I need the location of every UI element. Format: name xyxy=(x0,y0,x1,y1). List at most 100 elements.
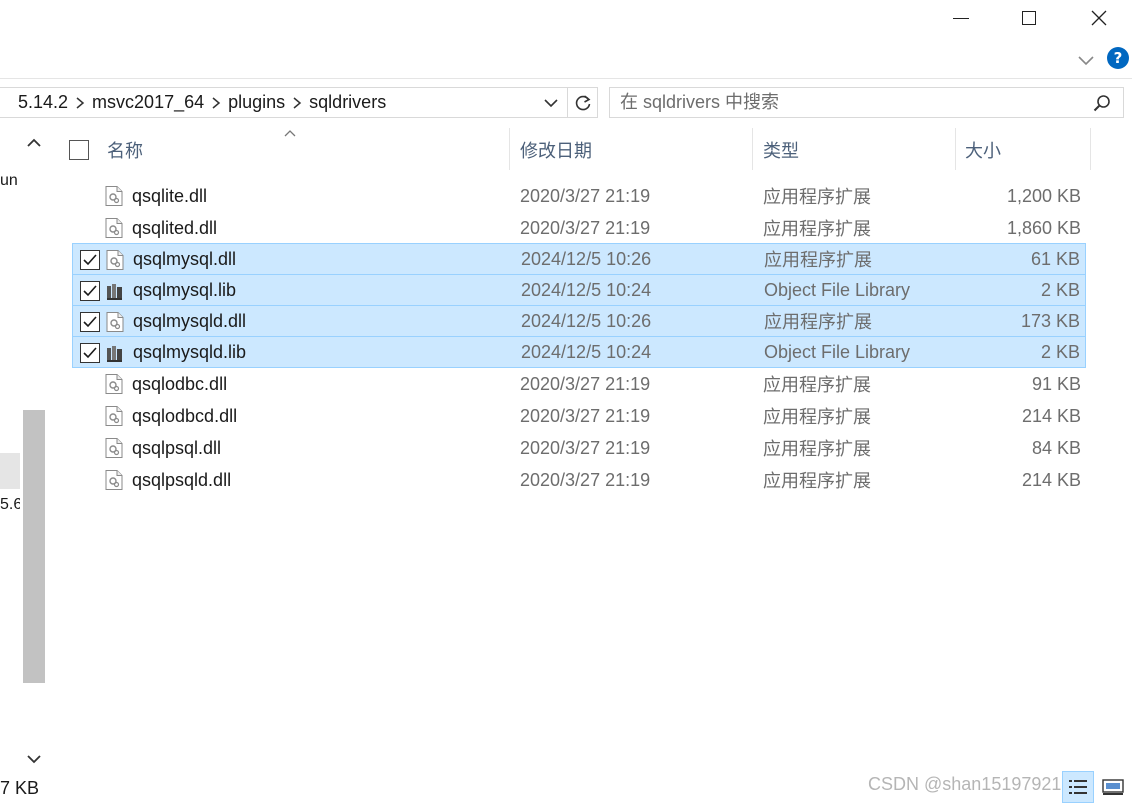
file-type: 应用程序扩展 xyxy=(764,250,872,270)
file-size: 214 KB xyxy=(1021,469,1081,490)
breadcrumb-item[interactable]: sqldrivers xyxy=(304,92,391,113)
file-name: qsqlite.dll xyxy=(132,185,208,206)
large-icons-view-icon xyxy=(1102,779,1124,795)
file-type: 应用程序扩展 xyxy=(763,471,871,491)
file-list: qsqlite.dll 2020/3/27 21:19 应用程序扩展 1,200 KB… xyxy=(72,180,1086,496)
file-row[interactable]: qsqlited.dll 2020/3/27 21:19 应用程序扩展 1,860 K… xyxy=(72,212,1086,244)
scroll-up-button[interactable] xyxy=(22,128,46,158)
file-size: 61 KB xyxy=(1030,248,1080,269)
file-row[interactable]: qsqlmysqld.dll 2024/12/5 10:26 应用程序扩展 173 K… xyxy=(72,305,1086,337)
file-name: qsqlited.dll xyxy=(132,217,218,238)
lib-icon xyxy=(106,281,124,301)
breadcrumb-item[interactable]: 5.14.2 xyxy=(0,92,73,113)
expand-ribbon-icon[interactable] xyxy=(1076,50,1096,70)
file-size: 214 KB xyxy=(1021,405,1081,426)
dll-icon xyxy=(106,312,124,332)
nav-item-fragment[interactable]: un xyxy=(0,172,20,190)
file-type: 应用程序扩展 xyxy=(763,375,871,395)
file-size: 173 KB xyxy=(1020,310,1080,331)
dll-icon xyxy=(105,438,123,458)
maximize-button[interactable] xyxy=(994,0,1064,36)
dll-icon xyxy=(105,470,123,490)
row-checkbox[interactable] xyxy=(80,343,100,363)
dll-icon xyxy=(105,374,123,394)
select-all-checkbox[interactable] xyxy=(69,140,89,160)
breadcrumb-chevron-icon[interactable] xyxy=(73,96,87,110)
file-name: qsqlodbcd.dll xyxy=(132,405,238,426)
help-button[interactable]: ? xyxy=(1107,47,1129,69)
column-divider[interactable] xyxy=(1090,128,1091,170)
nav-scrollbar[interactable] xyxy=(22,128,46,773)
close-button[interactable] xyxy=(1064,0,1132,36)
navigation-pane[interactable]: un 5.6. xyxy=(0,128,48,798)
ribbon-collapsed xyxy=(0,44,1132,76)
file-name: qsqlpsqld.dll xyxy=(132,469,232,490)
dll-icon xyxy=(105,186,123,206)
column-name[interactable]: 名称 xyxy=(107,128,507,172)
column-divider[interactable] xyxy=(509,128,510,170)
column-size[interactable]: 大小 xyxy=(965,128,1085,172)
column-divider[interactable] xyxy=(955,128,956,170)
breadcrumb-chevron-icon[interactable] xyxy=(290,96,304,110)
file-row[interactable]: qsqlite.dll 2020/3/27 21:19 应用程序扩展 1,200 KB xyxy=(72,180,1086,212)
status-selection-size: 7 KB xyxy=(0,778,40,798)
file-row[interactable]: qsqlmysql.lib 2024/12/5 10:24 Object File … xyxy=(72,274,1086,306)
refresh-button[interactable] xyxy=(568,87,598,118)
file-row[interactable]: qsqlpsqld.dll 2020/3/27 21:19 应用程序扩展 214 KB xyxy=(72,464,1086,496)
file-date: 2020/3/27 21:19 xyxy=(520,217,651,238)
file-size: 2 KB xyxy=(1040,279,1080,300)
file-type: 应用程序扩展 xyxy=(763,407,871,427)
row-checkbox[interactable] xyxy=(80,250,100,270)
nav-item-highlight[interactable] xyxy=(0,453,20,489)
chevron-down-icon xyxy=(27,755,41,764)
file-row[interactable]: qsqlodbc.dll 2020/3/27 21:19 应用程序扩展 91 KB xyxy=(72,368,1086,400)
search-icon[interactable] xyxy=(1093,94,1111,112)
file-row[interactable]: qsqlmysql.dll 2024/12/5 10:26 应用程序扩展 61 KB xyxy=(72,243,1086,275)
file-row[interactable]: qsqlpsql.dll 2020/3/27 21:19 应用程序扩展 84 KB xyxy=(72,432,1086,464)
nav-item-fragment[interactable]: 5.6. xyxy=(0,496,20,514)
file-name: qsqlmysqld.dll xyxy=(133,310,247,331)
search-box[interactable] xyxy=(609,87,1124,118)
file-name: qsqlmysql.lib xyxy=(133,279,237,300)
watermark: CSDN @shan15197921650 xyxy=(868,774,1092,794)
column-type[interactable]: 类型 xyxy=(763,128,953,172)
search-input[interactable] xyxy=(620,92,1080,113)
ribbon-divider xyxy=(0,78,1132,79)
file-size: 91 KB xyxy=(1031,373,1081,394)
file-date: 2024/12/5 10:24 xyxy=(521,341,652,362)
breadcrumb-chevron-icon[interactable] xyxy=(209,96,223,110)
file-row[interactable]: qsqlodbcd.dll 2020/3/27 21:19 应用程序扩展 214 KB xyxy=(72,400,1086,432)
file-date: 2020/3/27 21:19 xyxy=(520,405,651,426)
file-type: Object File Library xyxy=(764,341,911,362)
file-name: qsqlpsql.dll xyxy=(132,437,222,458)
minimize-button[interactable] xyxy=(926,0,996,36)
maximize-icon xyxy=(1022,11,1036,25)
file-type: 应用程序扩展 xyxy=(763,439,871,459)
file-name: qsqlmysqld.lib xyxy=(133,341,247,362)
file-type: Object File Library xyxy=(764,279,911,300)
file-date: 2024/12/5 10:26 xyxy=(521,310,652,331)
lib-icon xyxy=(106,343,124,363)
close-icon xyxy=(1091,10,1107,26)
scrollbar-thumb[interactable] xyxy=(23,410,45,683)
column-date-modified[interactable]: 修改日期 xyxy=(520,128,750,172)
address-bar[interactable]: 5.14.2 msvc2017_64 plugins sqldrivers xyxy=(0,87,568,118)
file-row[interactable]: qsqlmysqld.lib 2024/12/5 10:24 Object File… xyxy=(72,336,1086,368)
file-size: 2 KB xyxy=(1040,341,1080,362)
address-history-dropdown-icon[interactable] xyxy=(540,93,562,113)
large-icons-view-button[interactable] xyxy=(1098,771,1128,803)
title-bar xyxy=(0,0,1132,40)
details-view-button[interactable] xyxy=(1062,771,1094,803)
breadcrumb-item[interactable]: plugins xyxy=(223,92,290,113)
row-checkbox[interactable] xyxy=(80,312,100,332)
file-date: 2020/3/27 21:19 xyxy=(520,469,651,490)
refresh-icon xyxy=(575,94,590,110)
column-divider[interactable] xyxy=(752,128,753,170)
file-date: 2020/3/27 21:19 xyxy=(520,373,651,394)
file-date: 2020/3/27 21:19 xyxy=(520,437,651,458)
scroll-down-button[interactable] xyxy=(22,745,46,773)
file-type: 应用程序扩展 xyxy=(764,312,872,332)
breadcrumb-item[interactable]: msvc2017_64 xyxy=(87,92,209,113)
minimize-icon xyxy=(953,17,969,19)
row-checkbox[interactable] xyxy=(80,281,100,301)
